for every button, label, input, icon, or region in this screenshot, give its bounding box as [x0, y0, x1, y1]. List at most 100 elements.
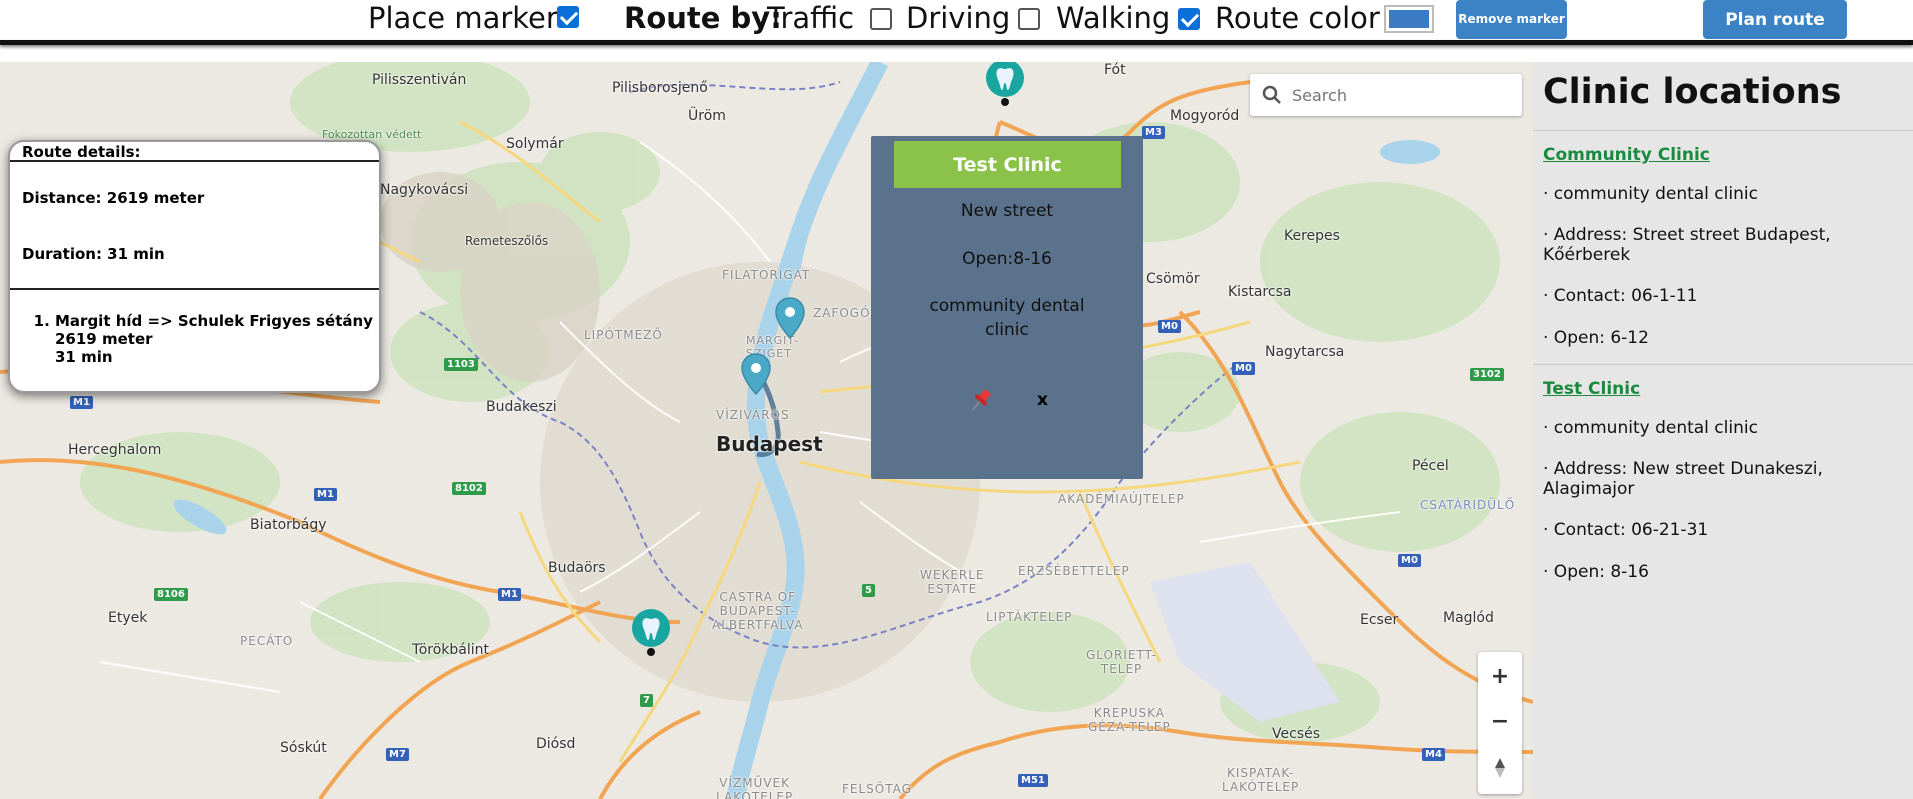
route-end-pin-icon[interactable]: [774, 296, 806, 340]
sidebar-title: Clinic locations: [1543, 72, 1842, 112]
remove-marker-button[interactable]: Remove marker: [1456, 0, 1567, 39]
map-label-akademiaujtelep: AKADÉMIAÚJTELEP: [1058, 492, 1185, 506]
clinic-open: · Open: 6-12: [1543, 328, 1649, 348]
route-distance: Distance: 2619 meter: [22, 189, 205, 207]
clinic-popup: Test Clinic New street Open:8-16 communi…: [871, 136, 1143, 479]
map-label-vizivaros: VÍZIVÁROS: [716, 408, 790, 422]
road-badge: 7: [640, 694, 653, 707]
map-label-castra: CASTRA OF BUDAPEST- ALBERTFALVA: [712, 590, 804, 632]
pushpin-icon[interactable]: [967, 386, 995, 414]
map-label-vizmuvek: VÍZMŰVEK LAKÓTELEP: [716, 776, 794, 799]
route-duration: Duration: 31 min: [22, 245, 165, 263]
map-label-wekerle: WEKERLE ESTATE: [920, 568, 985, 596]
clinic-open: · Open: 8-16: [1543, 562, 1649, 582]
clinic-card: Community Clinic · community dental clin…: [1533, 130, 1913, 365]
map-label-liptaktelep: LIPTÁKTELEP: [986, 610, 1073, 624]
traffic-label: Traffic: [767, 1, 855, 35]
map-label-kispatak: KISPATAK- LAKÓTELEP: [1222, 766, 1300, 794]
route-step: Margit híd => Schulek Frigyes sétány 261…: [55, 312, 373, 366]
map-label-ecser: Ecser: [1360, 612, 1399, 628]
road-badge: M0: [1158, 320, 1181, 333]
road-badge: M1: [498, 588, 521, 601]
popup-street: New street: [960, 201, 1054, 221]
plan-route-button[interactable]: Plan route: [1703, 0, 1847, 39]
compass-button[interactable]: [1478, 746, 1522, 790]
clinic-contact: · Contact: 06-1-11: [1543, 286, 1698, 306]
map-label-kerepes: Kerepes: [1284, 228, 1340, 244]
clinic-type: · community dental clinic: [1543, 184, 1758, 204]
map-label-gloriett: GLORIETT- TELEP: [1086, 648, 1158, 676]
clinic-sidebar: Clinic locations Community Clinic · comm…: [1533, 62, 1913, 799]
route-step-name: Margit híd => Schulek Frigyes sétány: [55, 312, 373, 330]
clinic-marker-tooth-icon[interactable]: [984, 62, 1026, 108]
clinic-marker-tooth-icon[interactable]: [630, 608, 672, 658]
map-label-solymar: Solymár: [506, 136, 564, 152]
route-start-pin-icon[interactable]: [740, 352, 772, 396]
route-step-duration: 31 min: [55, 348, 113, 366]
road-badge: 1103: [444, 358, 478, 371]
map-label-pecel: Pécel: [1412, 458, 1449, 474]
place-marker-checkbox[interactable]: [557, 6, 579, 28]
zoom-in-button[interactable]: +: [1478, 654, 1522, 698]
driving-label: Driving: [906, 1, 1011, 35]
popup-close-button[interactable]: x: [1037, 390, 1048, 410]
route-details-panel: Route details: Distance: 2619 meter Dura…: [8, 140, 381, 393]
road-badge: M4: [1422, 748, 1445, 761]
driving-checkbox[interactable]: [1018, 8, 1040, 30]
map-label-diosd: Diósd: [536, 736, 576, 752]
clinic-address: · Address: New street Dunakeszi, Alagima…: [1543, 459, 1823, 499]
walking-checkbox[interactable]: [1178, 8, 1200, 30]
map-label-herceghalom: Herceghalom: [68, 442, 162, 458]
map-toolbar: Place marker Route by: Traffic Driving W…: [0, 0, 1913, 45]
clinic-card: Test Clinic · community dental clinic · …: [1533, 364, 1913, 604]
route-step-distance: 2619 meter: [55, 330, 153, 348]
compass-icon: [1495, 758, 1505, 778]
search-icon: [1262, 85, 1281, 104]
road-badge: M0: [1232, 362, 1255, 375]
map-label-pecato: PECÁTO: [240, 634, 294, 648]
route-by-label: Route by:: [624, 1, 782, 35]
walking-label: Walking: [1056, 1, 1171, 35]
clinic-contact: · Contact: 06-21-31: [1543, 520, 1709, 540]
road-badge: 5: [862, 584, 875, 597]
map-label-erzsebettelep: ERZSÉBETTELEP: [1018, 564, 1130, 578]
road-badge: 8106: [154, 588, 188, 601]
clinic-link-community[interactable]: Community Clinic: [1543, 145, 1710, 165]
road-badge: M7: [386, 748, 409, 761]
airport-area: [1150, 562, 1340, 722]
map-label-remeteszolos: Remeteszőlős: [465, 234, 549, 248]
place-marker-label: Place marker: [368, 1, 558, 35]
traffic-checkbox[interactable]: [870, 8, 892, 30]
road-badge: M51: [1018, 774, 1048, 787]
zoom-out-button[interactable]: −: [1478, 699, 1522, 743]
clinic-link-test[interactable]: Test Clinic: [1543, 379, 1640, 399]
toolbar-divider: [0, 40, 1913, 45]
search-input[interactable]: [1292, 85, 1512, 105]
map-label-kistarcsa: Kistarcsa: [1228, 284, 1292, 300]
map-label-filatorigat: FILATORIGÁT: [722, 268, 811, 282]
route-steps-list: Margit híd => Schulek Frigyes sétány 261…: [55, 312, 373, 366]
map-search-box[interactable]: [1250, 74, 1522, 116]
zoom-controls: + −: [1478, 652, 1522, 794]
popup-type: community dental clinic: [929, 296, 1085, 340]
road-badge: M0: [1398, 554, 1421, 567]
map-label-lipotmezo: LIPÓTMEZŐ: [584, 328, 663, 342]
map-label-budakeszi: Budakeszi: [486, 399, 557, 415]
clinic-address: · Address: Street street Budapest, Kőérb…: [1543, 225, 1831, 265]
clinic-type: · community dental clinic: [1543, 418, 1758, 438]
map-label-budaors: Budaörs: [548, 560, 606, 576]
road-badge: M1: [70, 396, 93, 409]
divider: [10, 160, 379, 162]
map-label-pilisborosjeno: Pilisborosjenő: [612, 80, 708, 96]
divider: [10, 288, 379, 290]
map-label-felsotag: FELSŐTAG: [842, 782, 912, 796]
route-details-header: Route details:: [22, 143, 141, 161]
map-label-nagykovacsi: Nagykovácsi: [380, 182, 469, 198]
route-color-picker[interactable]: [1384, 5, 1434, 33]
map-label-budapest: Budapest: [716, 432, 823, 456]
map-label-csatariduio: CSATÁRIDÜLŐ: [1420, 498, 1516, 512]
map-label-etyek: Etyek: [108, 610, 148, 626]
map-label-zafogo: ZAFOGÓ: [813, 306, 871, 320]
popup-hours: Open:8-16: [962, 249, 1052, 269]
popup-title: Test Clinic: [894, 141, 1121, 188]
